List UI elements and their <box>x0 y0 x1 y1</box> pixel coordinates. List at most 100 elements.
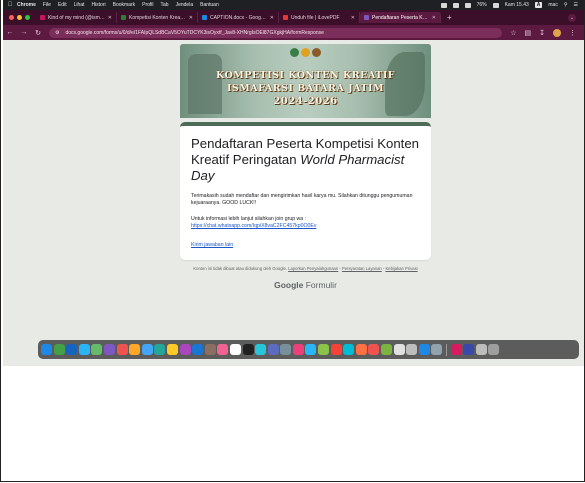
dock-app-icon[interactable] <box>318 344 330 355</box>
dock-app-icon[interactable] <box>406 344 418 355</box>
keyboard-badge-icon[interactable]: A <box>534 2 543 8</box>
dock-app-icon[interactable] <box>242 344 254 355</box>
tab-close-icon[interactable]: ✕ <box>432 15 436 21</box>
address-url[interactable]: docs.google.com/forms/u/0/d/e/1FAIpQLSdB… <box>65 30 323 36</box>
tab-close-icon[interactable]: ✕ <box>108 15 112 21</box>
dock-app-icon[interactable] <box>192 344 204 355</box>
privacy-policy-link[interactable]: Kebijakan Privasi <box>385 266 417 271</box>
terms-of-service-link[interactable]: Persyaratan Layanan <box>342 266 382 271</box>
new-tab-icon[interactable]: + <box>447 13 452 22</box>
mac-dock <box>38 340 579 359</box>
dock-app-icon[interactable] <box>91 344 103 355</box>
tab-favicon-icon <box>40 15 45 20</box>
dock-app-icon[interactable] <box>129 344 141 355</box>
tab-4[interactable]: Unduh file | iLovePDF ✕ <box>279 12 360 23</box>
menu-bar-tray: 76% Kam 15.43 A mac ⚲ ☰ <box>440 2 584 8</box>
close-window-icon[interactable] <box>9 15 14 20</box>
dock-app-icon[interactable] <box>217 344 229 355</box>
site-info-icon[interactable]: ⚙ <box>55 30 59 36</box>
spotlight-icon[interactable]: ⚲ <box>564 2 568 8</box>
dock-app-icon[interactable] <box>179 344 191 355</box>
bookmark-star-icon[interactable]: ☆ <box>510 29 516 37</box>
toolbar-actions: ☆ ▤ ↧ ⋮ <box>510 28 584 37</box>
menu-item-view[interactable]: Lihat <box>74 2 85 8</box>
extensions-icon[interactable]: ▤ <box>525 29 532 37</box>
dock-app-icon[interactable] <box>450 344 462 355</box>
menu-app-name[interactable]: Chrome <box>17 2 36 8</box>
forward-arrow-icon[interactable]: → <box>17 29 31 36</box>
menu-item-file[interactable]: File <box>43 2 51 8</box>
apple-icon[interactable]:  <box>3 2 17 8</box>
google-forms-logo[interactable]: Google Formulir <box>180 280 431 290</box>
dock-app-icon[interactable] <box>78 344 90 355</box>
tab-close-icon[interactable]: ✕ <box>270 15 274 21</box>
dock-app-icon[interactable] <box>292 344 304 355</box>
volume-icon[interactable] <box>464 2 471 8</box>
banner-logos <box>290 48 321 57</box>
screen-record-icon[interactable] <box>440 2 447 8</box>
battery-icon[interactable] <box>492 2 499 8</box>
tab-3[interactable]: CAPTION.docx - Google Doc ✕ <box>198 12 279 23</box>
dock-app-icon[interactable] <box>116 344 128 355</box>
dock-app-icon[interactable] <box>368 344 380 355</box>
dock-app-icon[interactable] <box>280 344 292 355</box>
dock-app-icon[interactable] <box>166 344 178 355</box>
reload-icon[interactable]: ↻ <box>31 29 45 37</box>
dock-app-icon[interactable] <box>204 344 216 355</box>
tab-search-icon[interactable]: ⌄ <box>568 13 576 22</box>
banner-title-line2: ISMAFARSI BATARA JATIM <box>226 83 384 94</box>
menu-item-bookmark[interactable]: Bookmark <box>113 2 136 8</box>
window-controls <box>3 15 36 20</box>
menu-item-history[interactable]: Histori <box>91 2 105 8</box>
dock-app-icon[interactable] <box>475 344 487 355</box>
dock-app-icon[interactable] <box>418 344 430 355</box>
download-icon[interactable]: ↧ <box>539 29 545 37</box>
minimize-window-icon[interactable] <box>17 15 22 20</box>
dock-app-icon[interactable] <box>154 344 166 355</box>
back-arrow-icon[interactable]: ← <box>3 29 17 36</box>
dock-app-icon[interactable] <box>463 344 475 355</box>
tab-5-active[interactable]: Pendaftaran Peserta Kompe ✕ <box>360 12 441 23</box>
dock-app-icon[interactable] <box>103 344 115 355</box>
menu-item-window[interactable]: Jendela <box>176 2 194 8</box>
zoom-window-icon[interactable] <box>25 15 30 20</box>
menu-item-tab[interactable]: Tab <box>161 2 169 8</box>
dock-app-icon[interactable] <box>393 344 405 355</box>
dock-app-icon[interactable] <box>229 344 241 355</box>
tab-2[interactable]: Kompetisi Konten Kreatif WP ✕ <box>117 12 198 23</box>
menu-item-edit[interactable]: Edit <box>58 2 67 8</box>
banner-title-line3: 2024-2026 <box>273 96 338 107</box>
address-bar[interactable]: ⚙ docs.google.com/forms/u/0/d/e/1FAIpQLS… <box>49 27 503 38</box>
control-center-icon[interactable]: ☰ <box>574 2 578 8</box>
tab-close-icon[interactable]: ✕ <box>351 15 355 21</box>
dock-app-icon[interactable] <box>381 344 393 355</box>
battery-percent[interactable]: 76% <box>477 2 487 8</box>
google-wordmark: Google <box>274 279 304 290</box>
more-menu-icon[interactable]: ⋮ <box>569 29 576 37</box>
desktop-screen:  Chrome File Edit Lihat Histori Bookmar… <box>3 0 584 366</box>
report-abuse-link[interactable]: Laporkan Penyalahgunaan <box>288 266 338 271</box>
dock-app-icon[interactable] <box>343 344 355 355</box>
dock-app-icon[interactable] <box>53 344 65 355</box>
user-name[interactable]: mac <box>548 2 557 8</box>
tab-title: Kompetisi Konten Kreatif WP <box>129 14 186 21</box>
dock-app-icon[interactable] <box>141 344 153 355</box>
dock-app-icon[interactable] <box>305 344 317 355</box>
dock-app-icon[interactable] <box>41 344 52 355</box>
dock-app-icon[interactable] <box>66 344 78 355</box>
dock-app-icon[interactable] <box>267 344 279 355</box>
dock-app-icon[interactable] <box>255 344 267 355</box>
tab-close-icon[interactable]: ✕ <box>189 15 193 21</box>
menu-item-profile[interactable]: Profil <box>142 2 153 8</box>
dock-app-icon[interactable] <box>488 344 500 355</box>
submit-another-response-link[interactable]: Kirim jawaban lain <box>191 242 420 248</box>
dock-app-icon[interactable] <box>330 344 342 355</box>
menu-item-help[interactable]: Bantuan <box>200 2 219 8</box>
dock-app-icon[interactable] <box>355 344 367 355</box>
clock[interactable]: Kam 15.43 <box>505 2 529 8</box>
tab-1[interactable]: Kind of my mind (@ismazzuh ✕ <box>36 12 117 23</box>
profile-avatar-icon[interactable] <box>553 28 561 37</box>
whatsapp-group-link[interactable]: https://chat.whatsapp.com/IqpiX8vaC2FC45… <box>191 223 316 229</box>
dock-app-icon[interactable] <box>431 344 443 355</box>
wifi-icon[interactable] <box>452 2 459 8</box>
